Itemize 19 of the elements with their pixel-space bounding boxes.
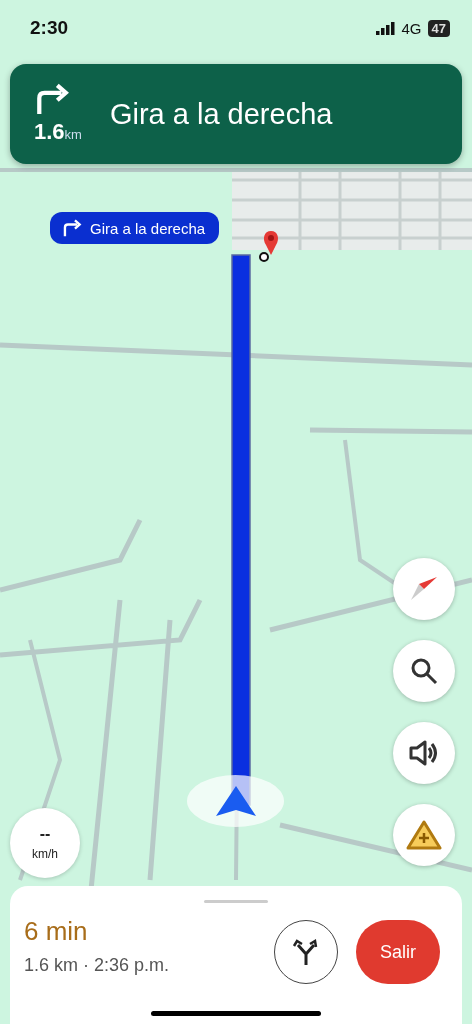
sheet-handle[interactable] <box>204 900 268 903</box>
trip-duration: 6 min <box>24 916 89 947</box>
callout-text: Gira a la derecha <box>90 219 206 237</box>
turn-right-icon <box>34 82 70 116</box>
search-icon <box>410 657 438 685</box>
status-time: 2:30 <box>30 17 69 39</box>
warning-plus-icon <box>406 819 442 851</box>
exit-button[interactable]: Salir <box>356 920 440 984</box>
speed-value: -- <box>39 825 51 843</box>
instruction-text: Gira a la derecha <box>109 97 333 131</box>
navigation-arrow-icon <box>213 784 258 818</box>
turn-right-icon <box>62 219 82 237</box>
speed-unit: km/h <box>32 847 58 861</box>
destination-pin-icon <box>262 230 280 256</box>
trip-details: 1.6 km · 2:36 p.m. <box>24 955 171 976</box>
distance-label: 1.6km <box>34 119 82 146</box>
signal-icon <box>375 21 396 35</box>
speaker-icon <box>409 739 439 767</box>
network-label: 4G <box>401 19 422 37</box>
